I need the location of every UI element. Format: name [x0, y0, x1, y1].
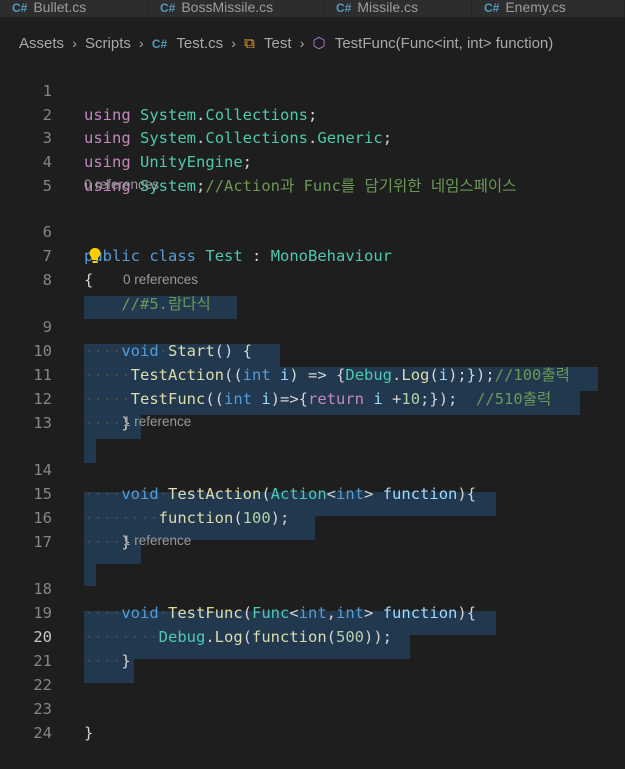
codelens-references[interactable]: 0 references: [123, 272, 198, 287]
code-text: }: [84, 723, 94, 742]
code-line[interactable]: 6 public class Test : MonoBehaviour: [0, 197, 625, 265]
tab-bar: C# Bullet.cs C# BossMissile.cs C# Missile.c…: [0, 0, 625, 17]
tab-label: Missile.cs: [357, 0, 419, 15]
breadcrumb: Assets › Scripts › C# Test.cs › ⧉ Test ›…: [0, 32, 625, 54]
code-line[interactable]: 14 ····void·TestAction(Action<int> funct…: [0, 435, 625, 503]
code-line[interactable]: 21: [0, 626, 625, 670]
tab-enemy[interactable]: C# Enemy.cs: [472, 0, 625, 17]
code-line[interactable]: 1 using System.Collections;: [0, 56, 625, 124]
line-number: 17: [33, 532, 52, 551]
code-line[interactable]: 11 ·····TestFunc((int i)=>{return i +10;…: [0, 340, 625, 408]
code-line[interactable]: 24: [0, 698, 625, 742]
line-number: 8: [42, 270, 52, 289]
line-number: 24: [33, 723, 52, 742]
csharp-file-icon: C#: [484, 1, 500, 15]
breadcrumb-scripts[interactable]: Scripts: [85, 33, 131, 55]
codelens-references[interactable]: 1 reference: [123, 414, 191, 429]
code-line[interactable]: 7 {: [0, 221, 625, 289]
line-number: 5: [42, 176, 52, 195]
chevron-right-icon: ›: [299, 35, 305, 51]
csharp-file-icon: C#: [160, 1, 176, 15]
code-line[interactable]: 22: [0, 650, 625, 694]
lightbulb-icon[interactable]: [88, 247, 102, 265]
code-line[interactable]: 12 ····}: [0, 364, 625, 432]
csharp-file-icon: C#: [151, 37, 168, 51]
class-symbol-icon: ⧉: [244, 35, 255, 52]
code-line[interactable]: 10 ·····TestAction((int i) => {Debug.Log…: [0, 316, 625, 384]
codelens-references[interactable]: 1 reference: [123, 533, 191, 548]
tab-label: Enemy.cs: [505, 0, 566, 15]
code-line[interactable]: 2 using System.Collections.Generic;: [0, 80, 625, 148]
tab-label: BossMissile.cs: [181, 0, 274, 15]
breadcrumb-method[interactable]: TestFunc(Func<int, int> function): [335, 33, 553, 55]
code-line[interactable]: 18 ····void·TestFunc(Func<int,int> funct…: [0, 554, 625, 622]
code-line[interactable]: 20 ····}: [0, 602, 625, 670]
tab-bullet[interactable]: C# Bullet.cs: [0, 0, 148, 17]
chevron-right-icon: ›: [139, 35, 144, 51]
breadcrumb-class[interactable]: Test: [264, 33, 292, 55]
breadcrumb-assets[interactable]: Assets: [19, 33, 64, 55]
chevron-right-icon: ›: [231, 35, 236, 51]
csharp-file-icon: C#: [12, 1, 28, 15]
code-line[interactable]: 3 using UnityEngine;: [0, 104, 625, 171]
code-line[interactable]: 13: [0, 388, 625, 432]
code-text: {: [84, 270, 94, 289]
tab-label: Bullet.cs: [33, 0, 87, 15]
code-line[interactable]: 19 ········Debug.Log(function(500));: [0, 578, 625, 646]
code-line[interactable]: 23 }: [0, 674, 625, 742]
code-line[interactable]: 16 ····}: [0, 483, 625, 551]
tab-missile[interactable]: C# Missile.cs: [324, 0, 472, 17]
code-line[interactable]: 5: [0, 151, 625, 195]
breadcrumb-file[interactable]: Test.cs: [176, 33, 223, 55]
codelens-references[interactable]: 0 references: [84, 177, 159, 192]
chevron-right-icon: ›: [72, 35, 77, 51]
code-line[interactable]: 4 using System;//Action과 Func를 담기위한 네임스페…: [0, 127, 625, 195]
code-line[interactable]: 9 ····void·Start() {: [0, 292, 625, 360]
line-number: 13: [33, 413, 52, 432]
code-editor[interactable]: 1 using System.Collections; 2 using Syst…: [0, 56, 625, 742]
csharp-file-icon: C#: [336, 1, 352, 15]
code-line[interactable]: 15 ········function(100);: [0, 459, 625, 527]
method-symbol-icon: ⬡: [312, 35, 326, 52]
tab-bossmissile[interactable]: C# BossMissile.cs: [148, 0, 324, 17]
code-line[interactable]: 17: [0, 507, 625, 551]
